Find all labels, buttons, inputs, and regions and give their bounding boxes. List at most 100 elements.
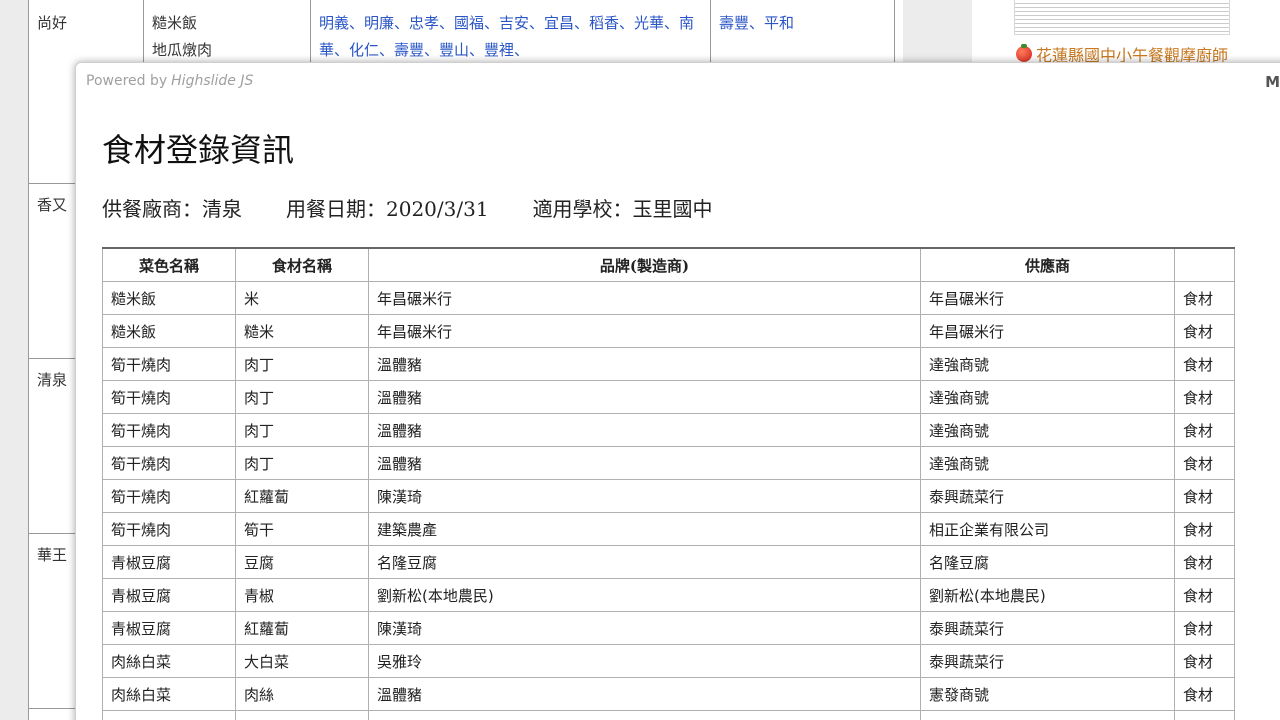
- cell-brand: 名隆豆腐: [368, 545, 921, 579]
- cell-ingredient: 肉丁: [235, 446, 369, 480]
- cell-dish: 筍干燒肉: [102, 413, 236, 447]
- table-row: 青椒豆腐 紅蘿蔔 陳漢琦 泰興蔬菜行 食材: [102, 611, 1235, 645]
- cell-ingredient: 紅蘿蔔: [235, 479, 369, 513]
- cell-supplier: 相正企業有限公司: [920, 512, 1175, 546]
- bg-vendor: 尚好: [37, 14, 68, 32]
- cell-supplier: 泰興蔬菜行: [920, 710, 1175, 720]
- cell-dish: 筍干燒肉: [102, 347, 236, 381]
- cell-brand: 劉新松(本地農民): [368, 578, 921, 612]
- table-row: 筍干燒肉 紅蘿蔔 陳漢琦 泰興蔬菜行 食材: [102, 479, 1235, 513]
- cell-category: 食材: [1174, 281, 1235, 315]
- table-row: 筍干燒肉 筍干 建築農產 相正企業有限公司 食材: [102, 512, 1235, 546]
- cell-ingredient: 筍干: [235, 512, 369, 546]
- cell-category: 食材: [1174, 446, 1235, 480]
- cell-ingredient: 紅蘿蔔: [235, 710, 369, 720]
- cell-ingredient: 米: [235, 281, 369, 315]
- powered-by[interactable]: Powered by Highslide JS: [86, 73, 253, 89]
- cell-ingredient: 肉丁: [235, 413, 369, 447]
- cell-category: 食材: [1174, 347, 1235, 381]
- cell-dish: 青椒豆腐: [102, 611, 236, 645]
- cell-ingredient: 肉丁: [235, 380, 369, 414]
- header-brand: 品牌(製造商): [368, 247, 921, 282]
- powered-by-label: Powered by: [86, 73, 168, 89]
- cell-brand: 陳漢琦: [368, 611, 921, 645]
- cell-brand: 溫體豬: [368, 446, 921, 480]
- table-row: 肉絲白菜 肉絲 溫體豬 憲發商號 食材: [102, 677, 1235, 711]
- cell-dish: 糙米飯: [102, 314, 236, 348]
- ingredient-popup: Powered by Highslide JS M 食材登錄資訊 供餐廠商：清泉 用…: [75, 62, 1280, 720]
- bg-dishes: 糙米飯 地瓜燉肉: [152, 14, 213, 59]
- cell-supplier: 達強商號: [920, 380, 1175, 414]
- table-row: 肉絲白菜紅蘿蔔陳漢琦泰興蔬菜行食材: [102, 710, 1235, 720]
- cell-dish: 筍干燒肉: [102, 512, 236, 546]
- cell-category: 食材: [1174, 512, 1235, 546]
- cell-ingredient: 青椒: [235, 578, 369, 612]
- cell-category: 食材: [1174, 314, 1235, 348]
- table-row: 糙米飯 糙米 年昌碾米行 年昌碾米行 食材: [102, 314, 1235, 348]
- cell-category: 食材: [1174, 611, 1235, 645]
- tomato-icon: [1016, 44, 1032, 62]
- header-dish: 菜色名稱: [102, 247, 236, 282]
- header-extra: [1174, 247, 1235, 282]
- cell-brand: 陳漢琦: [368, 710, 921, 720]
- popup-title: 食材登錄資訊: [102, 131, 295, 169]
- cell-ingredient: 紅蘿蔔: [235, 611, 369, 645]
- cell-brand: 吳雅玲: [368, 644, 921, 678]
- cell-brand: 溫體豬: [368, 380, 921, 414]
- cell-brand: 年昌碾米行: [368, 314, 921, 348]
- cell-category: 食材: [1174, 578, 1235, 612]
- cell-supplier: 達強商號: [920, 347, 1175, 381]
- cell-ingredient: 肉絲: [235, 677, 369, 711]
- cell-brand: 建築農產: [368, 512, 921, 546]
- header-supplier: 供應商: [920, 247, 1175, 282]
- cell-category: 食材: [1174, 413, 1235, 447]
- table-row: 肉絲白菜 大白菜 吳雅玲 泰興蔬菜行 食材: [102, 644, 1235, 678]
- cell-supplier: 泰興蔬菜行: [920, 479, 1175, 513]
- cell-dish: 肉絲白菜: [102, 677, 236, 711]
- cell-dish: 肉絲白菜: [102, 644, 236, 678]
- cell-supplier: 年昌碾米行: [920, 281, 1175, 315]
- cell-category: 食材: [1174, 710, 1235, 720]
- cell-supplier: 泰興蔬菜行: [920, 644, 1175, 678]
- cell-category: 食材: [1174, 380, 1235, 414]
- cell-ingredient: 豆腐: [235, 545, 369, 579]
- powered-by-brand: Highslide JS: [171, 73, 254, 89]
- cell-category: 食材: [1174, 545, 1235, 579]
- cell-brand: 溫體豬: [368, 347, 921, 381]
- table-row: 糙米飯米年昌碾米行 年昌碾米行 食材: [102, 281, 1235, 315]
- table-row: 筍干燒肉 肉丁 溫體豬 達強商號 食材: [102, 413, 1235, 447]
- info-vendor: 供餐廠商：清泉: [102, 197, 242, 221]
- table-body: 糙米飯米年昌碾米行 年昌碾米行 食材 糙米飯 糙米 年昌碾米行 年昌碾米行 食材 筍干燒肉 肉丁溫…: [102, 281, 1235, 720]
- cell-dish: 青椒豆腐: [102, 578, 236, 612]
- cell-dish: 青椒豆腐: [102, 545, 236, 579]
- page: 尚好 糙米飯 地瓜燉肉 明義、明廉、忠孝、國福、吉安、宜昌、稻香、光華、南華、化…: [0, 0, 1280, 720]
- cell-brand: 溫體豬: [368, 413, 921, 447]
- cell-supplier: 憲發商號: [920, 677, 1175, 711]
- table-row: 青椒豆腐 豆腐 名隆豆腐 名隆豆腐 食材: [102, 545, 1235, 579]
- ingredient-table: 菜色名稱 食材名稱 品牌(製造商) 供應商 糙米飯米年昌碾米行 年昌碾米行 食材 糙米…: [102, 247, 1235, 720]
- cell-brand: 年昌碾米行: [368, 281, 921, 315]
- cell-category: 食材: [1174, 479, 1235, 513]
- bg-schools-links[interactable]: 明義、明廉、忠孝、國福、吉安、宜昌、稻香、光華、南華、化仁、壽豐、豐山、豐裡、: [319, 10, 702, 64]
- cell-brand: 溫體豬: [368, 677, 921, 711]
- cell-supplier: 泰興蔬菜行: [920, 611, 1175, 645]
- info-school: 適用學校：玉里國中: [532, 197, 713, 221]
- cell-category: 食材: [1174, 677, 1235, 711]
- table-header-row: 菜色名稱 食材名稱 品牌(製造商) 供應商: [102, 247, 1235, 282]
- table-row: 青椒豆腐 青椒 劉新松(本地農民) 劉新松(本地農民) 食材: [102, 578, 1235, 612]
- cell-dish: 肉絲白菜: [102, 710, 236, 720]
- cell-supplier: 達強商號: [920, 413, 1175, 447]
- info-line: 供餐廠商：清泉 用餐日期：2020/3/31 適用學校：玉里國中: [102, 193, 757, 222]
- cell-dish: 筍干燒肉: [102, 380, 236, 414]
- news-thumbnail[interactable]: [1014, 0, 1230, 35]
- cell-ingredient: 糙米: [235, 314, 369, 348]
- cell-supplier: 年昌碾米行: [920, 314, 1175, 348]
- header-ingredient: 食材名稱: [235, 247, 369, 282]
- info-date: 用餐日期：2020/3/31: [286, 197, 489, 221]
- cell-dish: 筍干燒肉: [102, 479, 236, 513]
- table-row: 筍干燒肉 肉丁 溫體豬 達強商號 食材: [102, 380, 1235, 414]
- table-row: 筍干燒肉 肉丁 溫體豬 達強商號 食材: [102, 446, 1235, 480]
- bg-schools2-links[interactable]: 壽豐、平和: [719, 10, 886, 37]
- popup-move-control[interactable]: M: [1265, 73, 1280, 91]
- cell-dish: 筍干燒肉: [102, 446, 236, 480]
